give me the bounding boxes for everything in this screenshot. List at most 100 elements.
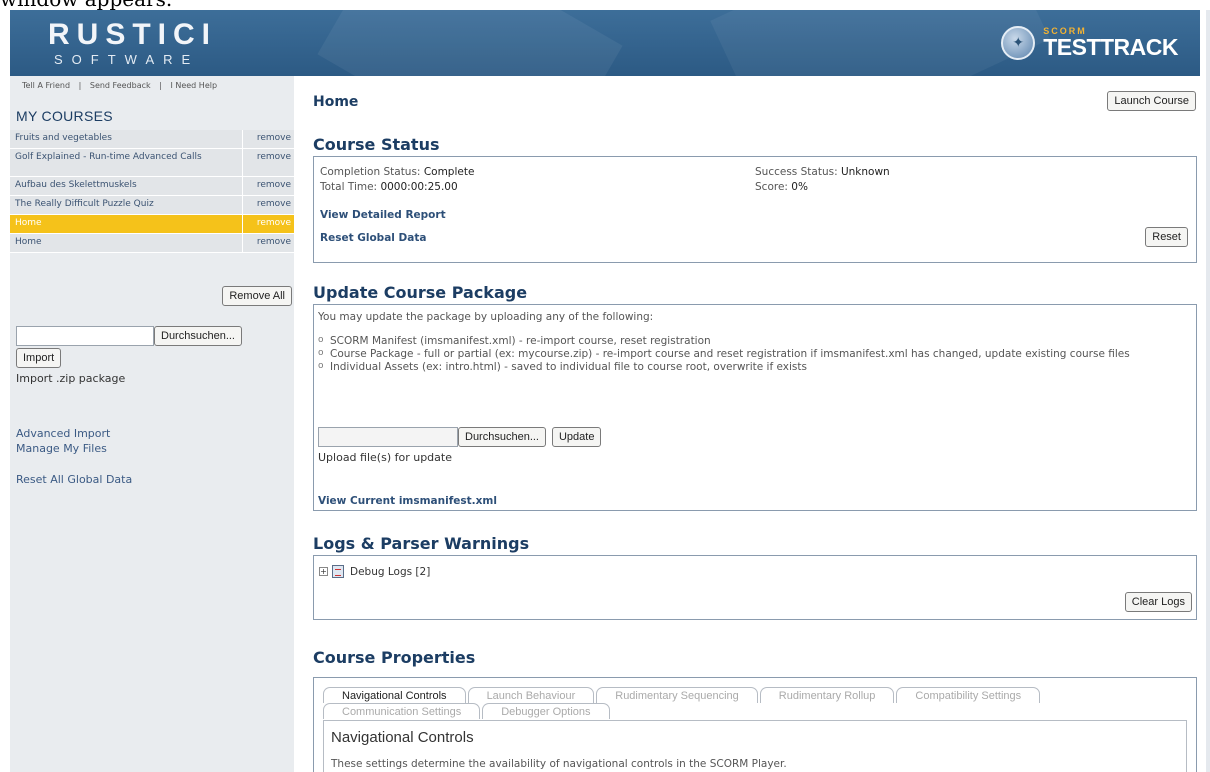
- reset-all-global-data-link[interactable]: Reset All Global Data: [16, 473, 132, 486]
- course-remove-link[interactable]: remove: [243, 177, 294, 195]
- tab-communication-settings[interactable]: Communication Settings: [323, 703, 481, 719]
- tab-launch-behaviour[interactable]: Launch Behaviour: [467, 687, 595, 703]
- rustici-logo-sub: SOFTWARE: [54, 52, 200, 67]
- total-time-value: 0000:00:25.00: [380, 181, 458, 193]
- sidebar-top-links: Tell A Friend | Send Feedback | I Need H…: [22, 81, 217, 90]
- testtrack-brand: ✦ SCORM TESTTRACK: [1001, 26, 1178, 60]
- debug-logs-label[interactable]: Debug Logs [2]: [350, 566, 430, 578]
- completion-value: Complete: [423, 166, 475, 178]
- course-row: Home remove: [10, 234, 294, 253]
- app-header: RUSTICI SOFTWARE ✦ SCORM TESTTRACK: [10, 10, 1200, 76]
- tab-panel: Navigational Controls These settings det…: [323, 720, 1187, 772]
- logs-panel: + Debug Logs [2] Clear Logs: [313, 555, 1197, 620]
- score-label: Score:: [755, 181, 788, 193]
- course-row-selected: Home remove: [10, 215, 294, 234]
- update-button[interactable]: Update: [551, 427, 602, 447]
- panel-title: Navigational Controls: [331, 729, 474, 746]
- link-separator: |: [159, 81, 162, 90]
- view-manifest-link[interactable]: View Current imsmanifest.xml: [318, 495, 497, 507]
- header-decoration: [710, 10, 1050, 76]
- list-item: Individual Assets (ex: intro.html) - sav…: [318, 360, 1188, 374]
- browse-button[interactable]: Durchsuchen...: [458, 427, 546, 447]
- panel-description: These settings determine the availabilit…: [331, 758, 787, 770]
- import-button[interactable]: Import: [16, 348, 62, 368]
- advanced-import-link[interactable]: Advanced Import: [16, 427, 110, 440]
- page-title: Home: [313, 94, 359, 110]
- total-time: Total Time: 0000:00:25.00: [320, 181, 458, 193]
- tab-navigational-controls[interactable]: Navigational Controls: [323, 687, 466, 703]
- browse-button[interactable]: Durchsuchen...: [154, 326, 242, 346]
- course-properties-panel: Navigational Controls Launch Behaviour R…: [313, 677, 1197, 772]
- update-package-panel: You may update the package by uploading …: [313, 304, 1197, 511]
- expand-icon[interactable]: +: [319, 567, 328, 576]
- completion-label: Completion Status:: [320, 166, 421, 178]
- manage-files-link[interactable]: Manage My Files: [16, 442, 107, 455]
- send-feedback-link[interactable]: Send Feedback: [90, 81, 151, 90]
- course-remove-link[interactable]: remove: [243, 149, 294, 176]
- tab-rudimentary-rollup[interactable]: Rudimentary Rollup: [759, 687, 895, 703]
- course-row: Fruits and vegetables remove: [10, 130, 294, 149]
- view-detailed-report-link[interactable]: View Detailed Report: [320, 209, 446, 221]
- success-label: Success Status:: [755, 166, 838, 178]
- logs-title: Logs & Parser Warnings: [313, 534, 530, 553]
- debug-logs-node[interactable]: + Debug Logs [2]: [319, 565, 430, 578]
- tab-compatibility-settings[interactable]: Compatibility Settings: [896, 687, 1041, 703]
- update-package-title: Update Course Package: [313, 283, 528, 302]
- tell-a-friend-link[interactable]: Tell A Friend: [22, 81, 70, 90]
- course-name-link[interactable]: The Really Difficult Puzzle Quiz: [10, 196, 243, 214]
- course-remove-link[interactable]: remove: [243, 234, 294, 252]
- update-file-input[interactable]: [318, 427, 458, 447]
- launch-course-button[interactable]: Launch Course: [1107, 91, 1196, 111]
- course-remove-link[interactable]: remove: [243, 215, 294, 233]
- score: Score: 0%: [755, 181, 808, 193]
- update-options-list: SCORM Manifest (imsmanifest.xml) - re-im…: [318, 334, 1188, 374]
- properties-tabs: Navigational Controls Launch Behaviour R…: [323, 687, 1183, 719]
- rustici-logo: RUSTICI: [48, 18, 217, 51]
- tab-debugger-options[interactable]: Debugger Options: [482, 703, 610, 719]
- course-name-link[interactable]: Fruits and vegetables: [10, 130, 243, 148]
- list-item: Course Package - full or partial (ex: my…: [318, 347, 1188, 361]
- list-item: SCORM Manifest (imsmanifest.xml) - re-im…: [318, 334, 1188, 348]
- link-separator: |: [78, 81, 82, 90]
- header-decoration: [317, 10, 623, 76]
- brand-testtrack: TESTTRACK: [1043, 34, 1178, 60]
- import-file-input[interactable]: [16, 326, 154, 346]
- update-file-row: Durchsuchen... Update: [318, 427, 602, 447]
- my-courses-title: MY COURSES: [16, 108, 113, 124]
- course-status-panel: Completion Status: Complete Total Time: …: [313, 156, 1197, 263]
- reset-global-data-label: Reset Global Data: [320, 232, 427, 244]
- score-value: 0%: [791, 181, 808, 193]
- upload-label: Upload file(s) for update: [318, 451, 452, 464]
- import-file-row: Durchsuchen...: [16, 326, 242, 346]
- course-status-title: Course Status: [313, 135, 440, 154]
- course-row: Golf Explained - Run-time Advanced Calls…: [10, 149, 294, 177]
- remove-all-button[interactable]: Remove All: [222, 286, 292, 306]
- tab-rudimentary-sequencing[interactable]: Rudimentary Sequencing: [596, 687, 758, 703]
- course-name-link[interactable]: Golf Explained - Run-time Advanced Calls: [10, 149, 243, 176]
- update-intro: You may update the package by uploading …: [318, 311, 654, 323]
- course-name-link[interactable]: Home: [10, 234, 243, 252]
- course-remove-link[interactable]: remove: [243, 130, 294, 148]
- course-name-link[interactable]: Home: [10, 215, 243, 233]
- main-content: Home Launch Course Course Status Complet…: [312, 76, 1198, 772]
- document-caption: window appears.: [0, 0, 1210, 10]
- course-list: Fruits and vegetables remove Golf Explai…: [10, 130, 294, 253]
- import-label: Import .zip package: [16, 372, 126, 385]
- course-remove-link[interactable]: remove: [243, 196, 294, 214]
- success-status: Success Status: Unknown: [755, 166, 890, 178]
- course-properties-title: Course Properties: [313, 648, 476, 667]
- course-name-link[interactable]: Aufbau des Skelettmuskels: [10, 177, 243, 195]
- brand-words: SCORM TESTTRACK: [1043, 27, 1178, 59]
- globe-icon: ✦: [1001, 26, 1036, 60]
- sidebar: Tell A Friend | Send Feedback | I Need H…: [10, 76, 294, 772]
- need-help-link[interactable]: I Need Help: [170, 81, 217, 90]
- scrollbar[interactable]: [1206, 10, 1210, 772]
- log-file-icon: [332, 565, 344, 578]
- course-row: Aufbau des Skelettmuskels remove: [10, 177, 294, 196]
- course-row: The Really Difficult Puzzle Quiz remove: [10, 196, 294, 215]
- reset-button[interactable]: Reset: [1145, 227, 1188, 247]
- total-time-label: Total Time:: [320, 181, 378, 193]
- success-value: Unknown: [840, 166, 890, 178]
- clear-logs-button[interactable]: Clear Logs: [1124, 592, 1192, 612]
- completion-status: Completion Status: Complete: [320, 166, 474, 178]
